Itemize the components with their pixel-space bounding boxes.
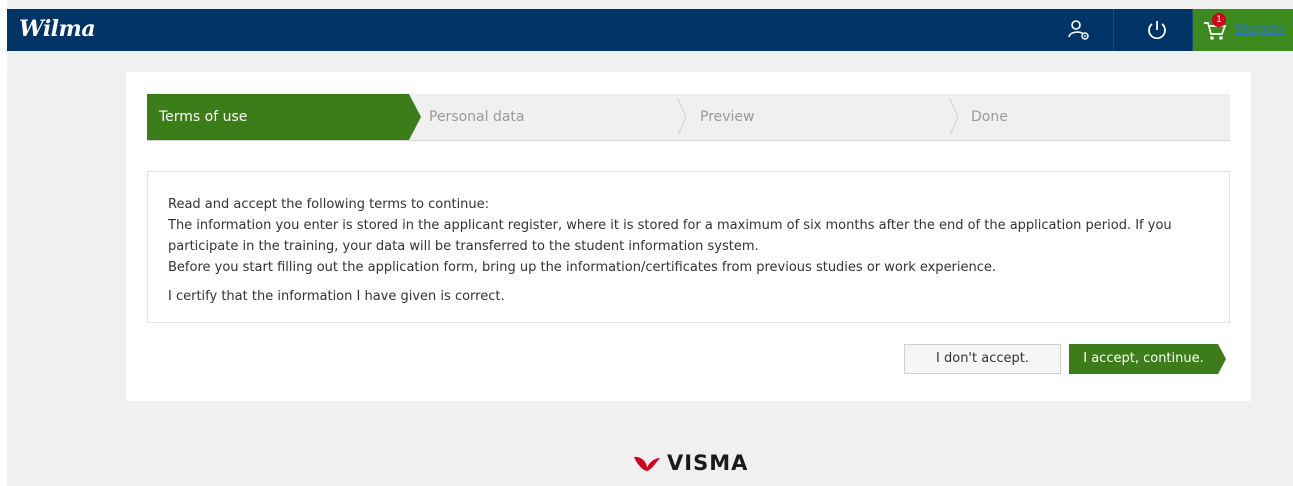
step-terms-of-use: Terms of use [147, 94, 409, 140]
step-personal-data: Personal data [429, 109, 525, 125]
user-settings-button[interactable] [1057, 9, 1101, 51]
user-settings-icon [1068, 20, 1089, 40]
active-step-arrow [409, 94, 421, 140]
terms-certify: I certify that the information I have gi… [168, 289, 505, 304]
power-icon [1148, 21, 1166, 40]
step-label: Terms of use [159, 109, 248, 125]
step-divider-chevron [677, 98, 687, 136]
logout-button[interactable] [1135, 9, 1179, 51]
progress-steps: Terms of use Personal data Preview Done [147, 94, 1230, 141]
step-divider-chevron [949, 98, 959, 136]
left-edge-strip [0, 0, 7, 486]
decline-button[interactable]: I don't accept. [904, 344, 1061, 374]
step-preview: Preview [700, 109, 755, 125]
terms-text: Before you start filling out the applica… [168, 260, 997, 275]
accept-button-arrow [1218, 344, 1226, 374]
topbar-divider [1113, 9, 1114, 51]
terms-intro: Read and accept the following terms to c… [168, 197, 490, 212]
cart-count-badge: 1 [1212, 13, 1226, 27]
visma-logo: VISMA [633, 450, 748, 476]
shopping-cart-link[interactable]: Shoppin [1235, 22, 1284, 36]
wilma-logo[interactable]: Wilma [19, 16, 96, 42]
terms-text: The information you enter is stored in t… [168, 218, 1172, 233]
application-card: Terms of use Personal data Preview Done … [126, 72, 1251, 401]
visma-brand-text: VISMA [667, 451, 749, 475]
terms-text: participate in the training, your data w… [168, 239, 759, 254]
shopping-cart[interactable]: 1 Shoppin [1193, 9, 1293, 51]
accept-continue-button[interactable]: I accept, continue. [1069, 344, 1218, 374]
terms-panel: Read and accept the following terms to c… [147, 171, 1230, 323]
visma-swoosh-icon [634, 456, 660, 471]
top-navigation-bar: Wilma 1 Shoppin [7, 9, 1293, 51]
step-done: Done [971, 109, 1008, 125]
